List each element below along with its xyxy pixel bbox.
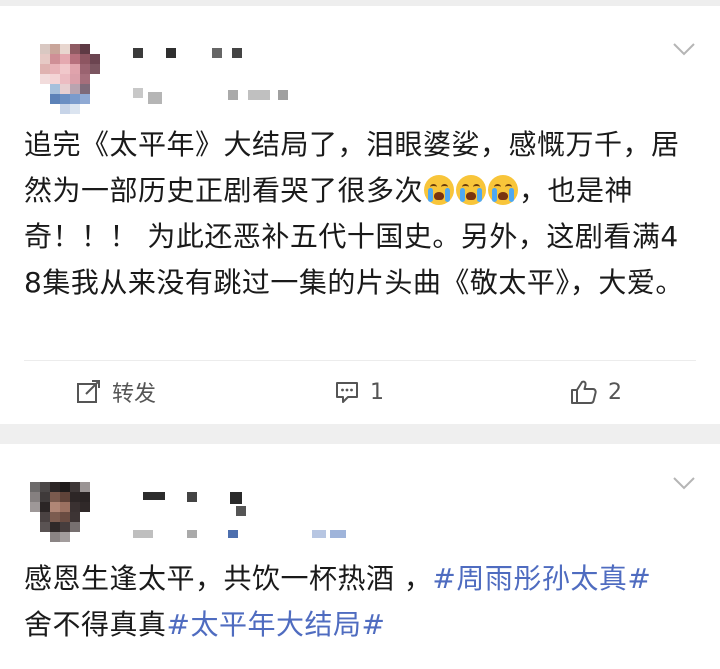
post-card[interactable]: 追完《太平年》大结局了，泪眼婆娑，感慨万千，居然为一部历史正剧看哭了很多次 ，也是… [0, 6, 720, 424]
crying-face-icon [456, 175, 487, 205]
repost-icon [77, 380, 100, 403]
chevron-down-icon[interactable] [672, 42, 696, 56]
hashtag-link[interactable]: #太平年大结局# [167, 608, 386, 641]
post-separator [0, 424, 720, 444]
post-card[interactable]: 感恩生逢太平，共饮一杯热酒 ，#周雨彤孙太真# 舍不得真真#太平年大结局# [0, 444, 720, 669]
avatar[interactable] [30, 34, 110, 114]
post-text: 追完《太平年》大结局了，泪眼婆娑，感慨万千，居然为一部历史正剧看哭了很多次 ，也是… [24, 122, 696, 306]
repost-label: 转发 [112, 382, 157, 407]
comment-count: 1 [370, 379, 384, 405]
post-text: 感恩生逢太平，共饮一杯热酒 ，#周雨彤孙太真# 舍不得真真#太平年大结局# [24, 556, 696, 648]
hashtag-link[interactable]: #周雨彤孙太真# [432, 562, 651, 595]
thumbs-up-icon [571, 380, 597, 404]
repost-button[interactable]: 转发 [76, 372, 156, 412]
like-button[interactable]: 2 [570, 372, 622, 412]
action-divider [24, 360, 696, 361]
crying-face-icon [424, 175, 455, 205]
avatar[interactable] [30, 472, 110, 552]
crying-face-icon [488, 175, 519, 205]
like-count: 2 [608, 379, 622, 405]
comment-icon [336, 382, 358, 403]
post-text-part: 舍不得真真 [24, 608, 167, 641]
comment-button[interactable]: 1 [334, 372, 384, 412]
chevron-down-icon[interactable] [672, 476, 696, 490]
post-text-part: 感恩生逢太平，共饮一杯热酒 ， [24, 562, 433, 595]
